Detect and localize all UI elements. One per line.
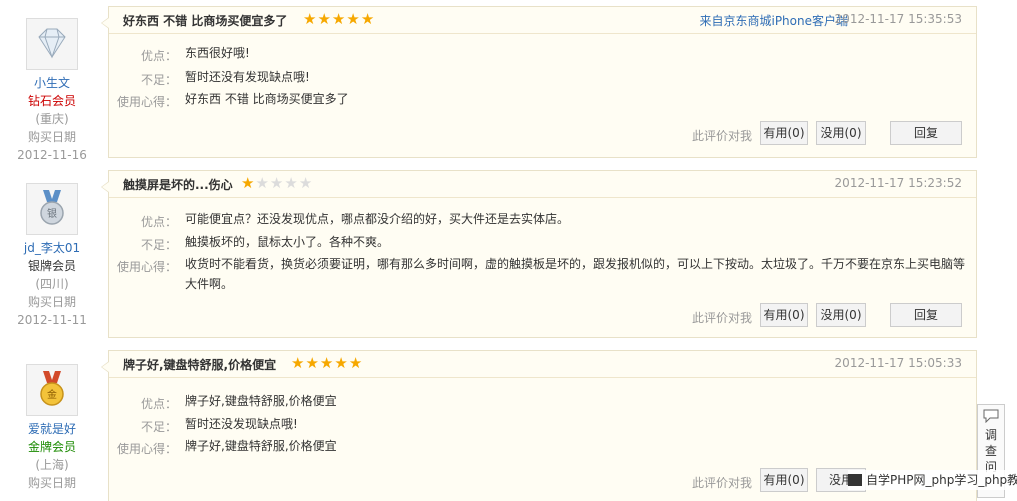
experience-text: 收货时不能看货，换货必须要证明，哪有那么多时间啊，虚的触摸板是坏的，跟发报机似的… (185, 257, 966, 291)
cons-label: 不足： (140, 420, 177, 434)
cons-text: 暂时还没有发现缺点哦! (185, 70, 310, 84)
watermark-logo-icon (848, 474, 862, 486)
reviewer-location: (重庆) (35, 112, 69, 126)
reviewer-name[interactable]: jd_李太01 (0, 239, 104, 257)
feedback-text: 调查问 (984, 428, 997, 474)
member-level[interactable]: 银牌会员 (0, 257, 104, 275)
rating-stars: ★★★★★ (241, 176, 313, 191)
helpful-prompt: 此评价对我 (691, 311, 752, 325)
review-actions: 此评价对我 有用(0) 没用(0) 回复 (662, 303, 962, 327)
star-icon: ★ (303, 10, 317, 28)
star-icon: ★ (291, 354, 305, 372)
review-card: 触摸屏是坏的...伤心 ★★★★★ 2012-11-17 15:23:52 优点… (101, 170, 977, 338)
helpful-prompt: 此评价对我 (691, 476, 752, 490)
star-icon: ★ (334, 354, 348, 372)
review-time: 2012-11-17 15:05:33 (834, 356, 962, 370)
star-empty-icon: ★ (284, 174, 298, 192)
star-icon: ★ (360, 10, 375, 28)
review-header: 牌子好,键盘特舒服,价格便宜 ★★★★★ 2012-11-17 15:05:33 (109, 351, 976, 378)
star-icon: ★ (348, 354, 363, 372)
pros-text: 可能便宜点？还没发现优点，哪点都没介绍的好，买大件还是去实体店。 (185, 212, 570, 226)
pros-label: 优点： (140, 397, 177, 411)
star-icon: ★ (331, 10, 346, 28)
member-level[interactable]: 金牌会员 (0, 438, 104, 456)
reviewer-2: 银 jd_李太01 银牌会员 (四川) 购买日期 2012-11-11 (0, 183, 104, 329)
star-icon: ★ (317, 10, 331, 28)
star-icon: ★ (346, 10, 360, 28)
review-header: 好东西 不错 比商场买便宜多了 ★★★★★ 来自京东商城iPhone客户端 20… (109, 7, 976, 34)
buy-date-label: 购买日期 (27, 130, 76, 144)
experience-label: 使用心得： (116, 260, 177, 274)
helpful-prompt: 此评价对我 (691, 129, 752, 143)
review-card: 好东西 不错 比商场买便宜多了 ★★★★★ 来自京东商城iPhone客户端 20… (101, 6, 977, 158)
star-icon: ★ (305, 354, 319, 372)
useful-button[interactable]: 有用(0) (760, 468, 808, 492)
silver-medal-icon: 银 (40, 190, 64, 225)
useless-button[interactable]: 没用(0) (816, 303, 866, 327)
diamond-icon (38, 28, 66, 59)
avatar[interactable]: 金 (26, 364, 78, 416)
watermark-text: 自学PHP网_php学习_php教 (866, 473, 1017, 487)
experience-label: 使用心得： (116, 442, 177, 456)
pros-text: 牌子好,键盘特舒服,价格便宜 (185, 394, 337, 408)
buy-date-label: 购买日期 (27, 295, 76, 309)
reviewer-location: (四川) (35, 277, 69, 291)
avatar[interactable] (26, 18, 78, 70)
reviewer-name[interactable]: 爱就是好 (0, 420, 104, 438)
rating-stars: ★★★★★ (291, 356, 363, 371)
star-icon: ★ (319, 354, 334, 372)
reviewer-3: 金 爱就是好 金牌会员 (上海) 购买日期 (0, 364, 104, 492)
cons-label: 不足： (140, 73, 177, 87)
pros-label: 优点： (140, 49, 177, 63)
review-header: 触摸屏是坏的...伤心 ★★★★★ 2012-11-17 15:23:52 (109, 171, 976, 198)
buy-date: 2012-11-11 (17, 313, 87, 327)
experience-label: 使用心得： (116, 95, 177, 109)
reviewer-location: (上海) (35, 458, 69, 472)
review-source[interactable]: 来自京东商城iPhone客户端 (699, 12, 848, 29)
cons-text: 触摸板坏的，鼠标太小了。各种不爽。 (185, 235, 390, 249)
review-title: 好东西 不错 比商场买便宜多了 (123, 14, 288, 28)
useful-button[interactable]: 有用(0) (760, 303, 808, 327)
buy-date-label: 购买日期 (27, 476, 76, 490)
star-empty-icon: ★ (298, 174, 313, 192)
reviewer-1: 小生文 钻石会员 (重庆) 购买日期 2012-11-16 (0, 18, 104, 164)
reply-button[interactable]: 回复 (890, 303, 962, 327)
buy-date: 2012-11-16 (17, 148, 87, 162)
review-actions: 此评价对我 有用(0) 没用(0) 回复 (662, 121, 962, 145)
pros-text: 东西很好哦! (185, 46, 250, 60)
review-time: 2012-11-17 15:23:52 (834, 176, 962, 190)
review-card: 牌子好,键盘特舒服,价格便宜 ★★★★★ 2012-11-17 15:05:33… (101, 350, 977, 501)
avatar[interactable]: 银 (26, 183, 78, 235)
cons-text: 暂时还没发现缺点哦! (185, 417, 298, 431)
star-empty-icon: ★ (269, 174, 284, 192)
svg-text:银: 银 (47, 207, 57, 220)
review-time: 2012-11-17 15:35:53 (834, 12, 962, 26)
watermark: 自学PHP网_php学习_php教 (848, 470, 1017, 490)
rating-stars: ★★★★★ (303, 12, 375, 27)
star-empty-icon: ★ (255, 174, 269, 192)
experience-text: 好东西 不错 比商场买便宜多了 (185, 92, 349, 106)
gold-medal-icon: 金 (40, 371, 64, 406)
reviewer-name[interactable]: 小生文 (0, 74, 104, 92)
star-icon: ★ (241, 174, 255, 192)
reply-button[interactable]: 回复 (890, 121, 962, 145)
useless-button[interactable]: 没用(0) (816, 121, 866, 145)
chat-bubble-icon (978, 409, 1004, 427)
review-title: 牌子好,键盘特舒服,价格便宜 (123, 358, 277, 372)
experience-text: 牌子好,键盘特舒服,价格便宜 (185, 439, 337, 453)
review-title: 触摸屏是坏的...伤心 (123, 178, 233, 192)
useful-button[interactable]: 有用(0) (760, 121, 808, 145)
cons-label: 不足： (140, 238, 177, 252)
pros-label: 优点： (140, 215, 177, 229)
member-level[interactable]: 钻石会员 (0, 92, 104, 110)
svg-text:金: 金 (47, 388, 57, 401)
